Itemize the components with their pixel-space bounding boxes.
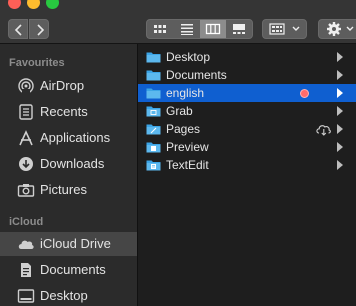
sidebar-item-icloud-drive[interactable]: iCloud Drive xyxy=(0,232,137,256)
pictures-icon xyxy=(17,184,35,197)
sidebar-item-label: iCloud Drive xyxy=(40,236,111,251)
textedit-app-icon xyxy=(146,160,161,171)
sidebar-item-airdrop[interactable]: AirDrop xyxy=(0,74,137,98)
sidebar: Favourites AirDrop Recents Applications … xyxy=(0,44,138,306)
airdrop-icon xyxy=(18,78,34,94)
icon-view-button[interactable] xyxy=(147,20,173,38)
icloud-download-icon[interactable] xyxy=(315,122,331,136)
sidebar-item-recents[interactable]: Recents xyxy=(0,100,137,124)
list-view-icon xyxy=(181,24,193,35)
sidebar-item-label: Downloads xyxy=(40,156,105,171)
minimize-window-button[interactable] xyxy=(27,0,40,9)
folder-icon xyxy=(146,70,161,81)
file-column: Desktop Documents english Grab Pages Pre… xyxy=(138,44,356,306)
chevron-right-icon xyxy=(337,160,343,170)
sidebar-section-favourites: Favourites xyxy=(9,57,65,69)
gallery-view-button[interactable] xyxy=(226,20,252,38)
file-row-documents[interactable]: Documents xyxy=(138,66,356,84)
file-name: Grab xyxy=(166,104,193,118)
sidebar-item-applications[interactable]: Applications xyxy=(0,126,137,150)
file-row-desktop[interactable]: Desktop xyxy=(138,48,356,66)
action-menu-button[interactable] xyxy=(318,19,356,39)
folder-icon xyxy=(146,88,161,99)
group-by-button[interactable] xyxy=(262,19,307,39)
file-row-textedit[interactable]: TextEdit xyxy=(138,156,356,174)
chevron-right-icon xyxy=(337,70,343,80)
chevron-right-icon xyxy=(37,24,45,36)
recents-icon xyxy=(19,104,33,120)
file-name: Pages xyxy=(166,122,201,136)
chevron-right-icon xyxy=(337,52,343,62)
sidebar-item-desktop[interactable]: Desktop xyxy=(0,284,137,306)
file-name: english xyxy=(166,86,205,100)
file-name: Documents xyxy=(166,68,227,82)
sidebar-item-downloads[interactable]: Downloads xyxy=(0,152,137,176)
zoom-window-button[interactable] xyxy=(46,0,59,9)
file-name: Preview xyxy=(166,140,209,154)
chevron-right-icon xyxy=(337,124,343,134)
icloud-drive-icon xyxy=(18,240,34,249)
list-view-button[interactable] xyxy=(174,20,200,38)
chevron-left-icon xyxy=(14,24,22,36)
file-row-english[interactable]: english xyxy=(138,84,356,102)
chevron-right-icon xyxy=(337,106,343,116)
file-row-preview[interactable]: Preview xyxy=(138,138,356,156)
chevron-right-icon xyxy=(337,142,343,152)
grab-app-icon xyxy=(146,106,161,117)
sidebar-item-label: Applications xyxy=(40,130,111,145)
sidebar-section-icloud: iCloud xyxy=(9,216,44,228)
applications-icon xyxy=(19,130,33,146)
sidebar-item-label: AirDrop xyxy=(40,78,85,93)
file-name: Desktop xyxy=(166,50,211,64)
color-tag xyxy=(300,89,309,98)
column-view-icon xyxy=(205,23,221,35)
column-view-button[interactable] xyxy=(200,20,226,38)
toolbar xyxy=(0,0,356,44)
sidebar-item-label: Desktop xyxy=(40,288,88,303)
file-row-grab[interactable]: Grab xyxy=(138,102,356,120)
group-by-icon xyxy=(269,23,300,35)
icon-view-icon xyxy=(154,25,166,33)
folder-icon xyxy=(146,52,161,63)
pages-app-icon xyxy=(146,124,161,135)
sidebar-item-label: Documents xyxy=(40,262,106,277)
preview-app-icon xyxy=(146,142,161,153)
sidebar-item-label: Pictures xyxy=(40,182,87,197)
forward-button[interactable] xyxy=(29,19,49,39)
chevron-right-icon xyxy=(337,88,343,98)
downloads-icon xyxy=(19,157,33,171)
sidebar-item-documents[interactable]: Documents xyxy=(0,258,137,282)
back-button[interactable] xyxy=(8,19,28,39)
view-mode-control xyxy=(146,19,253,39)
close-window-button[interactable] xyxy=(8,0,21,9)
file-row-pages[interactable]: Pages xyxy=(138,120,356,138)
documents-icon xyxy=(21,263,31,277)
gallery-view-icon xyxy=(233,24,245,34)
finder-window: Favourites AirDrop Recents Applications … xyxy=(0,0,356,306)
sidebar-item-pictures[interactable]: Pictures xyxy=(0,178,137,202)
gear-icon xyxy=(327,22,354,36)
sidebar-item-label: Recents xyxy=(40,104,88,119)
file-name: TextEdit xyxy=(166,158,209,172)
desktop-icon xyxy=(17,289,35,303)
